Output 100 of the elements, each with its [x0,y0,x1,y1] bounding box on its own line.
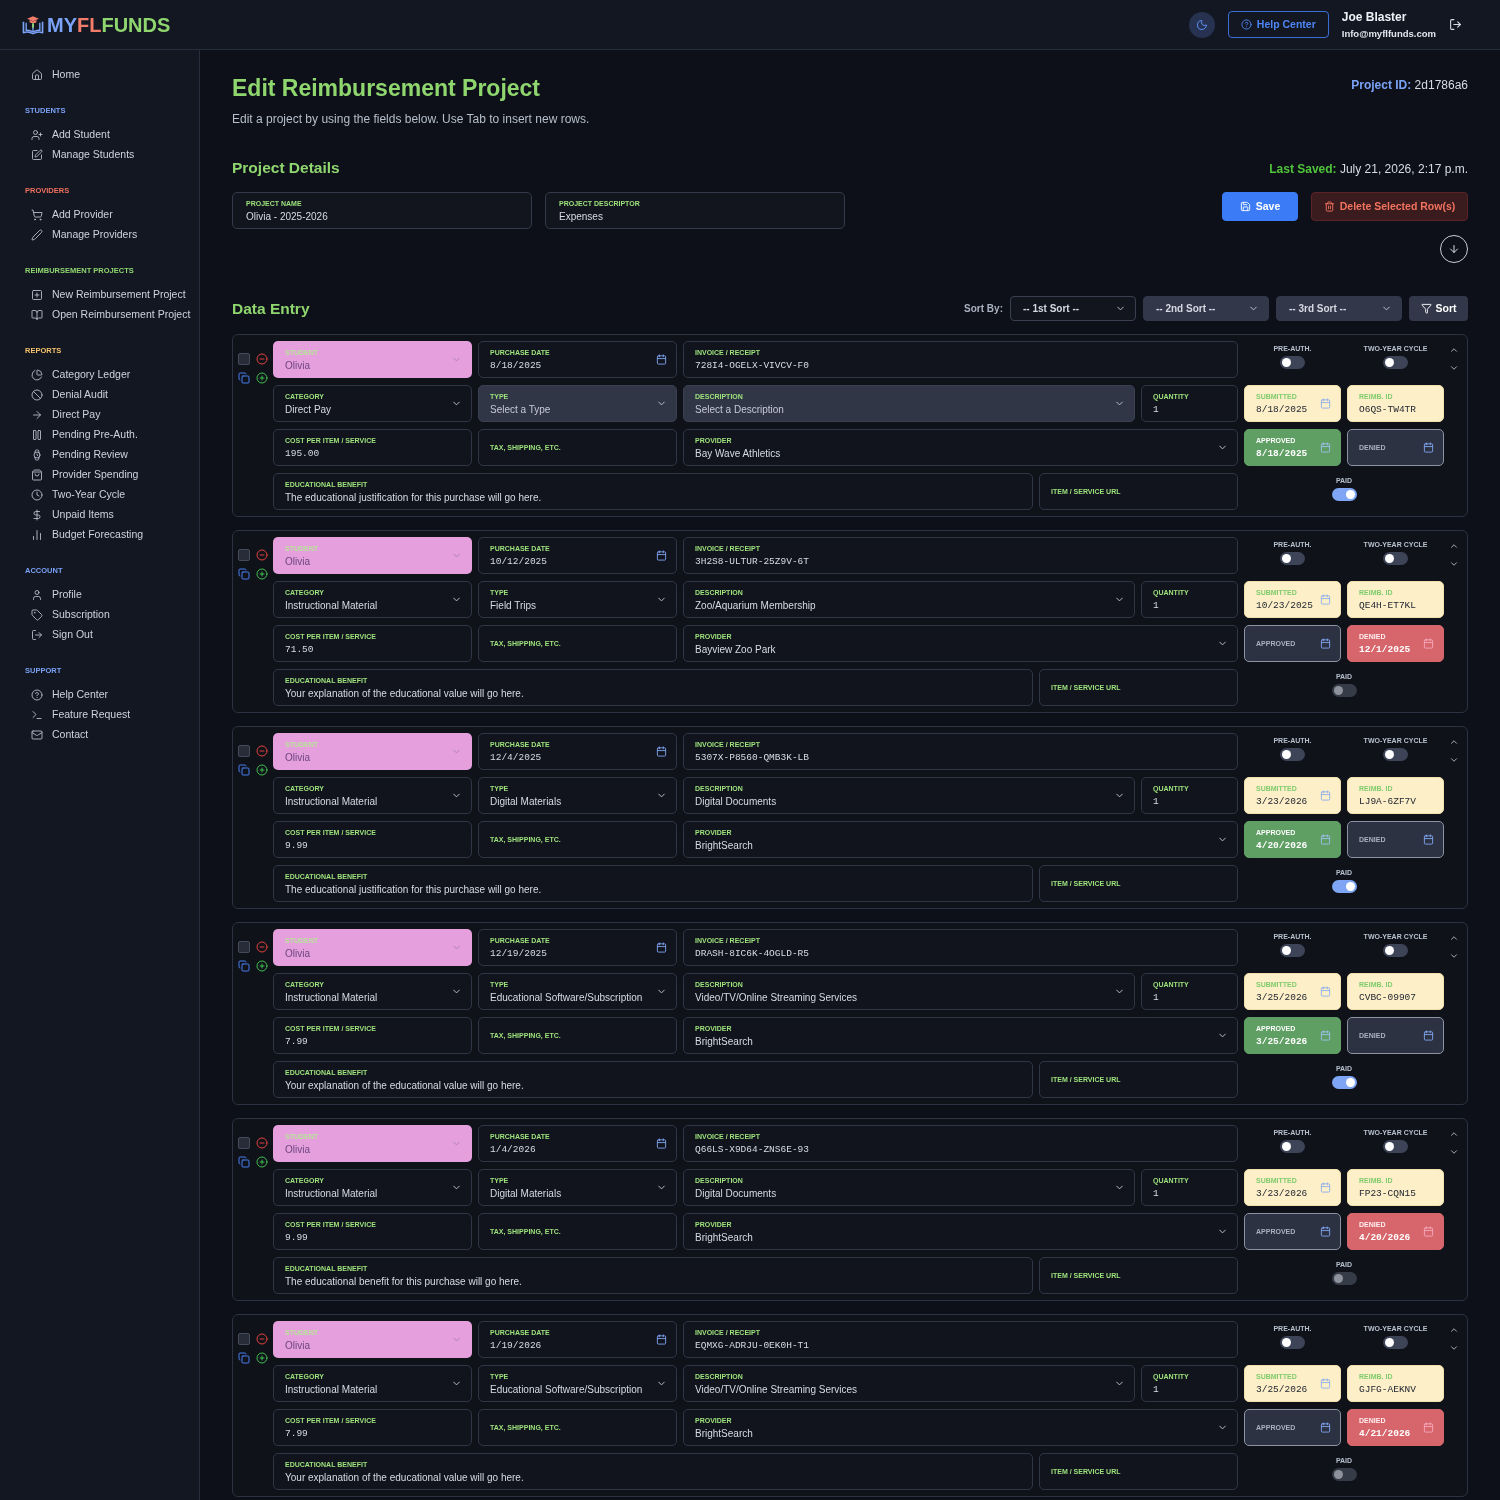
moon-icon [1195,18,1208,31]
move-up-button[interactable] [1449,541,1459,551]
user-icon [31,589,43,601]
sidebar-item[interactable]: Direct Pay [31,407,101,423]
remove-row-button[interactable] [256,1137,268,1149]
user-plus-icon [31,129,43,141]
remove-row-button[interactable] [256,1333,268,1345]
minus-circle-icon [256,745,268,757]
move-down-button[interactable] [1449,363,1459,373]
help-icon [31,689,43,701]
sort-button[interactable]: Sort [1409,296,1468,321]
calendar-icon [1320,638,1331,649]
calendar-icon [1320,442,1331,453]
remove-row-button[interactable] [256,353,268,365]
calendar-icon [1320,1422,1331,1433]
row-checkbox[interactable] [238,353,250,365]
toggle-switch[interactable] [1280,1140,1305,1153]
row-checkbox[interactable] [238,1333,250,1345]
toggle-switch[interactable] [1383,748,1408,761]
toggle-switch[interactable] [1280,944,1305,957]
sidebar-item[interactable]: Provider Spending [31,467,139,483]
sidebar-item[interactable]: Help Center [31,687,109,703]
sidebar-item[interactable]: Add Student [31,127,110,143]
move-down-button[interactable] [1449,1343,1459,1353]
sidebar-item[interactable]: Budget Forecasting [31,527,144,543]
sidebar-item[interactable]: Open Reimbursement Project [31,307,191,323]
row-checkbox[interactable] [238,549,250,561]
move-up-button[interactable] [1449,737,1459,747]
row-checkbox[interactable] [238,745,250,757]
toggle-switch[interactable] [1280,356,1305,369]
page-title: Edit Reimbursement Project [232,74,542,102]
move-up-button[interactable] [1449,933,1459,943]
save-button[interactable]: Save [1222,192,1298,221]
sidebar-item[interactable]: Manage Students [31,147,135,163]
theme-toggle-button[interactable] [1188,11,1215,38]
book-logo-icon [22,14,44,35]
toggle-switch[interactable] [1383,1336,1408,1349]
add-row-button[interactable] [256,960,268,972]
toggle-switch[interactable] [1280,1336,1305,1349]
plus-circle-icon [256,1156,268,1168]
duplicate-row-button[interactable] [238,1156,250,1168]
add-row-button[interactable] [256,1156,268,1168]
remove-row-button[interactable] [256,941,268,953]
sidebar-item[interactable]: Two-Year Cycle [31,487,126,503]
chevron-down-icon [1449,1343,1459,1353]
sidebar-item[interactable]: New Reimbursement Project [31,287,186,303]
delete-button[interactable]: Delete Selected Row(s) [1311,192,1468,221]
add-row-button[interactable] [256,568,268,580]
toggle-switch[interactable] [1383,552,1408,565]
last-saved: Last Saved: July 21, 2026, 2:17 p.m. [1269,161,1468,177]
sidebar-item[interactable]: Pending Review [31,447,128,463]
toggle-switch[interactable] [1280,552,1305,565]
sidebar-item[interactable]: Contact [31,727,89,743]
sidebar-item[interactable]: Subscription [31,607,110,623]
duplicate-row-button[interactable] [238,1352,250,1364]
duplicate-row-button[interactable] [238,568,250,580]
calendar-icon [656,354,667,365]
toggle-switch[interactable] [1331,488,1357,501]
remove-row-button[interactable] [256,549,268,561]
remove-row-button[interactable] [256,745,268,757]
move-up-button[interactable] [1449,1325,1459,1335]
toggle-switch[interactable] [1383,356,1408,369]
move-up-button[interactable] [1449,345,1459,355]
sidebar-item[interactable]: Denial Audit [31,387,109,403]
duplicate-row-button[interactable] [238,372,250,384]
sidebar-item[interactable]: Category Ledger [31,367,131,383]
move-down-button[interactable] [1449,755,1459,765]
sidebar-item[interactable]: Profile [31,587,82,603]
toggle-switch[interactable] [1331,1076,1357,1089]
row-checkbox[interactable] [238,1137,250,1149]
move-up-button[interactable] [1449,1129,1459,1139]
logout-button[interactable] [1449,18,1462,31]
pause-icon [31,429,43,441]
move-down-button[interactable] [1449,559,1459,569]
toggle-switch[interactable] [1383,944,1408,957]
duplicate-row-button[interactable] [238,960,250,972]
sort-select[interactable]: -- 1st Sort -- [1010,296,1136,321]
move-down-button[interactable] [1449,951,1459,961]
toggle-switch[interactable] [1383,1140,1408,1153]
user-email: Info@myflfunds.com [1341,26,1436,40]
sidebar-item[interactable]: Feature Request [31,707,131,723]
help-center-button[interactable]: Help Center [1227,11,1329,38]
toggle-switch[interactable] [1280,748,1305,761]
sidebar-item[interactable]: Home [31,67,80,83]
chevron-up-icon [1449,933,1459,943]
add-row-button[interactable] [256,764,268,776]
plus-circle-icon [256,372,268,384]
sidebar-item[interactable]: Add Provider [31,207,113,223]
sidebar-item[interactable]: Unpaid Items [31,507,114,523]
row-checkbox[interactable] [238,941,250,953]
sidebar-item[interactable]: Manage Providers [31,227,138,243]
add-row-button[interactable] [256,1352,268,1364]
bag-icon [31,469,43,481]
duplicate-row-button[interactable] [238,764,250,776]
add-row-button[interactable] [256,372,268,384]
copy-icon [238,372,250,384]
move-down-button[interactable] [1449,1147,1459,1157]
sidebar-item[interactable]: Pending Pre-Auth. [31,427,138,443]
sidebar-item[interactable]: Sign Out [31,627,93,643]
toggle-switch[interactable] [1331,880,1357,893]
